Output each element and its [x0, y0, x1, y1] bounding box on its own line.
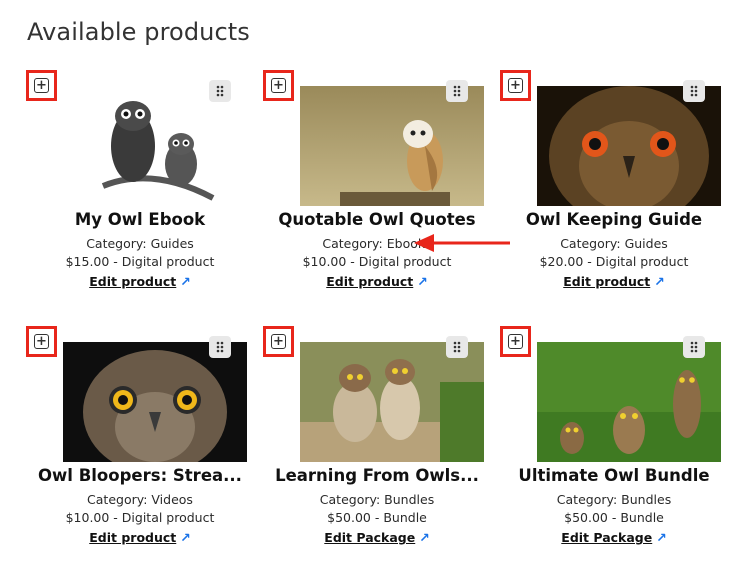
edit-package-link[interactable]: Edit Package ↗: [496, 530, 732, 545]
drag-handle-icon[interactable]: [446, 336, 468, 358]
plus-square-icon: +: [34, 78, 49, 93]
edit-link-label: Edit product: [563, 274, 651, 289]
product-image-burrowing-owls-pair: [300, 342, 484, 462]
edit-package-link[interactable]: Edit Package ↗: [259, 530, 495, 545]
edit-product-link[interactable]: Edit product ↗: [22, 530, 258, 545]
drag-handle-icon[interactable]: [446, 80, 468, 102]
product-image-eagle-owl-closeup: [537, 86, 721, 206]
add-product-button[interactable]: +: [26, 326, 57, 357]
plus-square-icon: +: [508, 78, 523, 93]
product-category: Category: Bundles: [556, 492, 672, 507]
product-card-ultimate-owl-bundle: + Ultimate Owl Bundle Category: Bundles …: [496, 320, 732, 548]
external-arrow-icon: ↗: [180, 530, 191, 545]
product-category: Category: Videos: [87, 492, 193, 507]
add-product-button[interactable]: +: [500, 326, 531, 357]
product-title: Learning From Owls...: [275, 466, 479, 485]
edit-link-label: Edit Package: [324, 530, 416, 545]
product-category: Category: Bundles: [319, 492, 435, 507]
product-image-owl-yellow-eyes: [63, 342, 247, 462]
plus-square-icon: +: [271, 334, 286, 349]
edit-link-label: Edit Package: [561, 530, 653, 545]
product-card-owl-keeping-guide: + Owl Keeping Guide Category: Guides $20…: [496, 64, 732, 292]
add-product-button[interactable]: +: [263, 326, 294, 357]
product-category: Category: Guides: [86, 236, 194, 251]
product-image-burrowing-owls-grass: [537, 342, 721, 462]
external-arrow-icon: ↗: [656, 530, 667, 545]
product-title: Ultimate Owl Bundle: [518, 466, 710, 485]
product-title: Quotable Owl Quotes: [278, 210, 476, 229]
product-price: $15.00 - Digital product: [65, 254, 215, 269]
product-image-barn-owl: [300, 86, 484, 206]
product-image-sketch-owls: [63, 86, 247, 206]
plus-square-icon: +: [508, 334, 523, 349]
product-price: $50.00 - Bundle: [327, 510, 427, 525]
add-product-button[interactable]: +: [500, 70, 531, 101]
product-card-quotable-owl-quotes: + Quotable Owl Quotes Category: Ebooks $…: [259, 64, 495, 292]
product-price: $50.00 - Bundle: [564, 510, 664, 525]
external-arrow-icon: ↗: [654, 274, 665, 289]
drag-handle-icon[interactable]: [209, 80, 231, 102]
product-card-learning-from-owls: + Learning From Owls... Category: Bundle…: [259, 320, 495, 548]
product-title: My Owl Ebook: [74, 210, 206, 229]
product-card-my-owl-ebook: + My Owl Ebook Category: Guides $15.00 -…: [22, 64, 258, 292]
edit-product-link[interactable]: Edit product ↗: [22, 274, 258, 289]
edit-link-label: Edit product: [326, 274, 414, 289]
edit-product-link[interactable]: Edit product ↗: [259, 274, 495, 289]
annotation-arrow-icon: [414, 234, 510, 252]
external-arrow-icon: ↗: [419, 530, 430, 545]
drag-handle-icon[interactable]: [683, 336, 705, 358]
add-product-button[interactable]: +: [263, 70, 294, 101]
plus-square-icon: +: [34, 334, 49, 349]
add-product-button[interactable]: +: [26, 70, 57, 101]
product-title: Owl Bloopers: Strea...: [38, 466, 242, 485]
external-arrow-icon: ↗: [180, 274, 191, 289]
product-card-owl-bloopers: + Owl Bloopers: Strea... Category: Video…: [22, 320, 258, 548]
page-title: Available products: [27, 18, 250, 46]
product-price: $10.00 - Digital product: [65, 510, 215, 525]
product-price: $10.00 - Digital product: [302, 254, 452, 269]
external-arrow-icon: ↗: [417, 274, 428, 289]
drag-handle-icon[interactable]: [209, 336, 231, 358]
edit-link-label: Edit product: [89, 274, 177, 289]
product-category: Category: Guides: [560, 236, 668, 251]
product-title: Owl Keeping Guide: [525, 210, 703, 229]
edit-link-label: Edit product: [89, 530, 177, 545]
plus-square-icon: +: [271, 78, 286, 93]
product-price: $20.00 - Digital product: [539, 254, 689, 269]
edit-product-link[interactable]: Edit product ↗: [496, 274, 732, 289]
drag-handle-icon[interactable]: [683, 80, 705, 102]
